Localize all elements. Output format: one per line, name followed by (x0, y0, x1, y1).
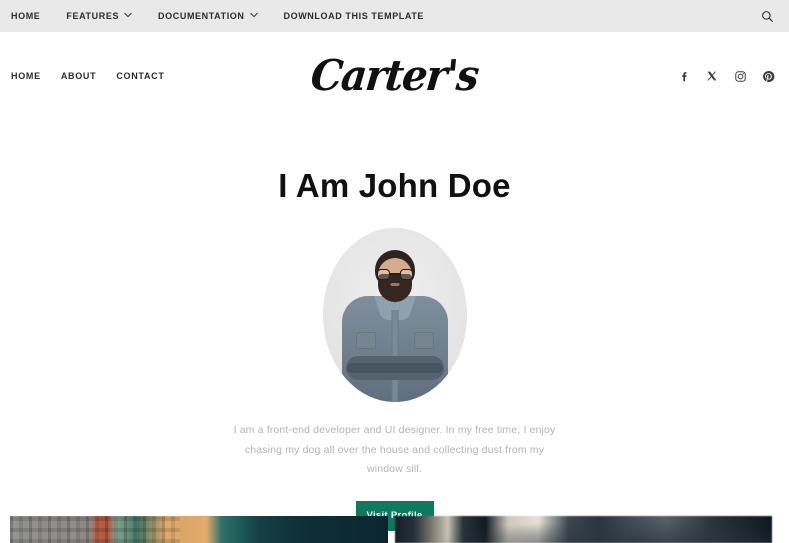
instagram-icon[interactable] (733, 69, 747, 83)
card-strip (10, 516, 772, 543)
mainnav-item-contact[interactable]: CONTACT (116, 71, 164, 81)
card-person-blurred[interactable] (394, 516, 772, 543)
facebook-icon[interactable] (677, 69, 691, 83)
page-title: I Am John Doe (278, 167, 511, 204)
topnav-label: FEATURES (66, 11, 120, 21)
topnav-label: HOME (11, 11, 41, 21)
topnav-label: DOCUMENTATION (158, 11, 245, 21)
main-nav: HOME ABOUT CONTACT (11, 71, 165, 81)
top-utility-bar: HOME FEATURES DOCUMENTATION DOWNLOAD THI… (0, 0, 789, 32)
bio-text: I am a front-end developer and UI design… (233, 424, 556, 476)
topnav-item-documentation[interactable]: DOCUMENTATION (158, 11, 258, 21)
topnav-item-home[interactable]: HOME (11, 11, 40, 21)
avatar-glasses-icon (376, 269, 413, 281)
x-twitter-icon[interactable] (705, 69, 719, 83)
topnav-label: DOWNLOAD THIS TEMPLATE (283, 11, 425, 21)
mainnav-item-home[interactable]: HOME (11, 71, 41, 81)
avatar-pocket-left (355, 332, 376, 350)
site-logo-text[interactable]: Carter's (309, 51, 481, 101)
mainnav-item-about[interactable]: ABOUT (61, 71, 97, 81)
chevron-down-icon (124, 11, 132, 19)
masthead: HOME ABOUT CONTACT Carter's (0, 32, 789, 120)
avatar-mouth (390, 283, 399, 287)
top-utility-nav: HOME FEATURES DOCUMENTATION DOWNLOAD THI… (11, 11, 424, 21)
chevron-down-icon (249, 11, 258, 19)
topnav-item-features[interactable]: FEATURES (66, 11, 132, 21)
social-links (677, 69, 775, 83)
topnav-item-download-this-template[interactable]: DOWNLOAD THIS TEMPLATE (284, 11, 425, 21)
avatar-pocket-right (413, 332, 434, 350)
avatar (322, 228, 467, 403)
pinterest-icon[interactable] (761, 69, 775, 83)
card-city-buildings[interactable] (10, 516, 388, 543)
hero-section: I Am John Doe I am a front-end developer… (0, 120, 789, 531)
avatar-shirt (341, 296, 448, 403)
avatar-crossed-arms (345, 356, 444, 381)
search-icon[interactable] (759, 8, 775, 24)
